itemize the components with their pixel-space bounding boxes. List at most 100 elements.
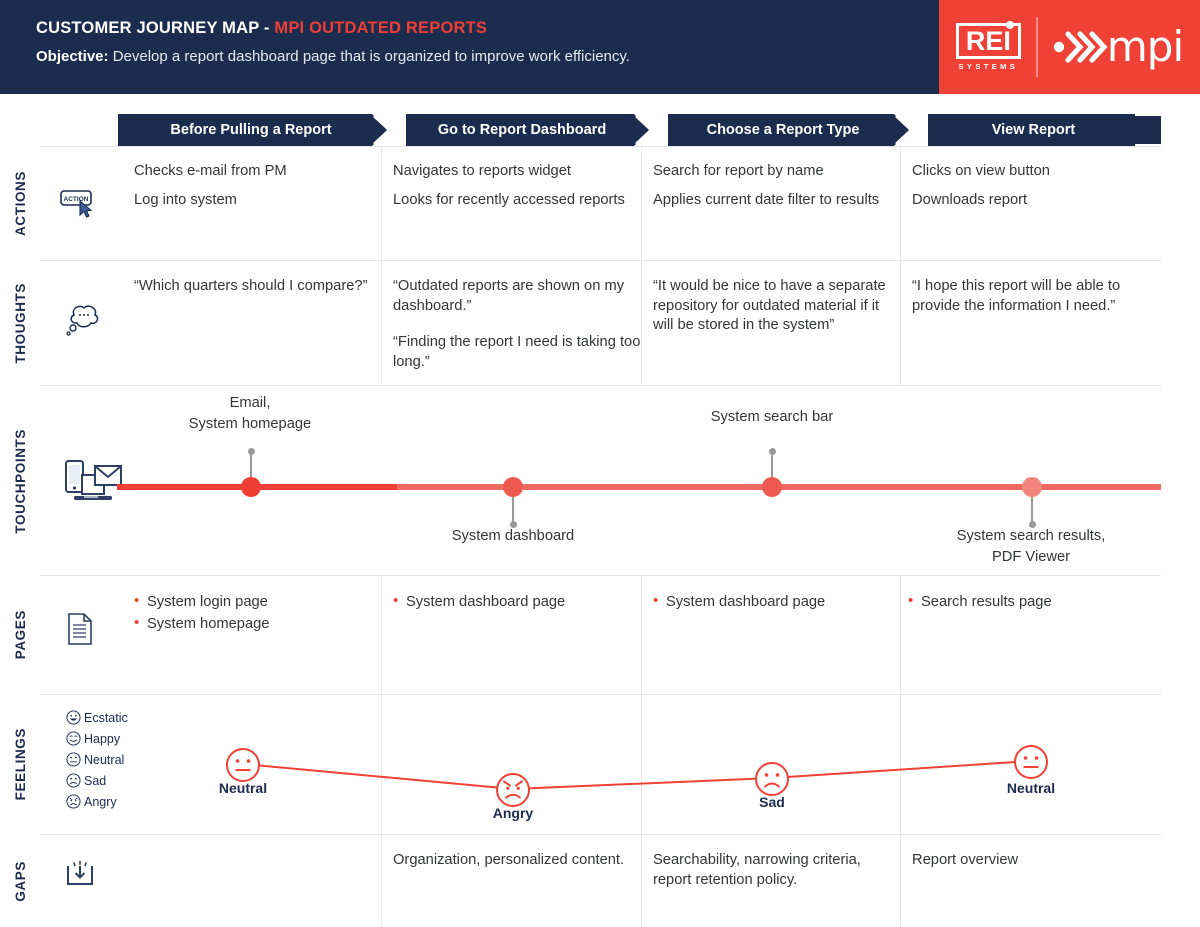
row-label-actions: ACTIONS — [0, 150, 40, 256]
row-divider — [40, 385, 1161, 386]
objective-text: Develop a report dashboard page that is … — [108, 48, 630, 65]
actions-cell-1: Checks e-mail from PM Log into system — [134, 162, 369, 210]
pages-item: System login page — [134, 590, 374, 613]
objective-line: Objective: Develop a report dashboard pa… — [36, 48, 630, 65]
gaps-cell-2: Organization, personalized content. — [393, 851, 633, 871]
feelings-face-2-angry-icon[interactable] — [495, 772, 531, 808]
touchpoint-dot-2[interactable] — [503, 477, 523, 497]
row-label-pages: PAGES — [0, 580, 40, 690]
touchpoint-dot-1[interactable] — [241, 477, 261, 497]
actions-item: Search for report by name — [653, 163, 824, 179]
logo-panel: REI SYSTEMS mpi — [939, 0, 1200, 94]
phase-before-pulling-a-report[interactable]: Before Pulling a Report — [118, 114, 398, 146]
actions-item: Navigates to reports widget — [393, 163, 571, 179]
rei-logo-box: REI — [955, 21, 1021, 59]
column-divider — [641, 146, 642, 385]
pages-item: Search results page — [908, 590, 1148, 613]
header-text-block: CUSTOMER JOURNEY MAP - MPI OUTDATED REPO… — [36, 19, 630, 65]
thoughts-cell-3: “It would be nice to have a separate rep… — [653, 277, 900, 336]
mpi-logo: mpi — [1053, 22, 1184, 71]
pages-item: System homepage — [134, 612, 374, 635]
page-header: CUSTOMER JOURNEY MAP - MPI OUTDATED REPO… — [0, 0, 1200, 94]
phone-laptop-email-icon — [62, 455, 124, 511]
thoughts-cell-2: “Outdated reports are shown on my dashbo… — [393, 277, 641, 372]
gaps-item: Organization, personalized content. — [393, 852, 625, 868]
page-title: CUSTOMER JOURNEY MAP - MPI OUTDATED REPO… — [36, 19, 630, 38]
phase-label: View Report — [991, 122, 1076, 138]
phase-choose-a-report-type[interactable]: Choose a Report Type — [660, 114, 920, 146]
touchpoint-label-2: System dashboard — [451, 528, 575, 544]
thought-bubble-icon — [62, 297, 104, 339]
touchpoint-knob-1 — [247, 448, 255, 455]
gap-tray-icon — [64, 858, 96, 890]
svg-text:ACTION: ACTION — [64, 196, 89, 203]
page-title-main: CUSTOMER JOURNEY MAP - — [36, 19, 275, 37]
touchpoint-dot-4[interactable] — [1022, 477, 1042, 497]
action-button-cursor-icon: ACTION — [60, 188, 100, 220]
row-label-thoughts: THOUGHTS — [0, 266, 40, 381]
row-label-text: GAPS — [12, 860, 28, 902]
feelings-label-4: Neutral — [1006, 780, 1056, 796]
touchpoint-dot-3[interactable] — [762, 477, 782, 497]
actions-cell-3: Search for report by name Applies curren… — [653, 162, 893, 210]
rei-logo-dot — [1005, 21, 1014, 29]
row-label-text: ACTIONS — [12, 170, 28, 236]
feelings-face-1-neutral-icon[interactable] — [225, 747, 261, 783]
objective-label: Objective: — [36, 48, 109, 65]
chevron-separator-3-icon — [894, 114, 928, 146]
feelings-face-3-sad-icon[interactable] — [754, 761, 790, 797]
actions-item: Log into system — [134, 191, 237, 208]
touchpoint-label-4: System search results, PDF Viewer — [956, 528, 1106, 566]
row-divider — [40, 575, 1161, 576]
pages-cell-4: Search results page — [908, 590, 1148, 613]
touchpoint-label-3: System search bar — [710, 409, 834, 425]
pages-cell-2: System dashboard page — [393, 590, 633, 613]
rei-logo-letters: REI — [965, 26, 1011, 56]
thoughts-cell-4: “I hope this report will be able to prov… — [912, 277, 1147, 316]
feelings-label-1: Neutral — [218, 780, 268, 796]
feelings-face-4-neutral-icon[interactable] — [1013, 744, 1049, 780]
thoughts-item: “Outdated reports are shown on my dashbo… — [393, 278, 625, 314]
mpi-chevron-icon — [1053, 31, 1108, 63]
pages-item: System dashboard page — [393, 590, 633, 613]
column-divider — [900, 575, 901, 694]
thoughts-cell-1: “Which quarters should I compare?” — [134, 277, 374, 297]
row-label-text: THOUGHTS — [12, 283, 28, 364]
pages-cell-1: System login page System homepage — [134, 590, 374, 635]
row-divider — [40, 146, 1161, 147]
touchpoint-knob-3 — [768, 448, 776, 455]
touchpoint-label-1: Email, System homepage — [188, 395, 312, 433]
rei-systems-logo: REI SYSTEMS — [955, 21, 1021, 71]
thoughts-item: “Finding the report I need is taking too… — [393, 334, 641, 370]
gaps-cell-4: Report overview — [912, 851, 1152, 871]
feelings-label-2: Angry — [492, 805, 534, 821]
column-divider — [641, 575, 642, 694]
logo-divider — [1035, 17, 1038, 77]
journey-map-page: CUSTOMER JOURNEY MAP - MPI OUTDATED REPO… — [0, 0, 1200, 927]
row-label-gaps: GAPS — [0, 840, 40, 922]
mpi-logo-text: mpi — [1106, 22, 1184, 71]
actions-item: Clicks on view button — [912, 163, 1050, 179]
chevron-end-cap-icon — [1135, 114, 1161, 146]
feelings-label-3: Sad — [759, 794, 785, 810]
rei-logo-subtitle: SYSTEMS — [958, 62, 1019, 71]
phase-label: Go to Report Dashboard — [437, 122, 607, 138]
row-divider — [40, 834, 1161, 835]
thoughts-item: “I hope this report will be able to prov… — [912, 278, 1121, 314]
phase-banner: Before Pulling a Report Go to Report Das… — [118, 114, 1161, 146]
phase-view-report[interactable]: View Report — [920, 114, 1161, 146]
actions-item: Looks for recently accessed reports — [393, 191, 625, 208]
gaps-item: Report overview — [912, 852, 1019, 868]
column-divider — [381, 575, 382, 694]
phase-go-to-report-dashboard[interactable]: Go to Report Dashboard — [398, 114, 660, 146]
actions-item: Downloads report — [912, 191, 1028, 208]
page-title-accent: MPI OUTDATED REPORTS — [274, 19, 488, 37]
row-label-text: PAGES — [12, 610, 28, 660]
phase-label: Before Pulling a Report — [170, 122, 332, 138]
chevron-separator-2-icon — [634, 114, 668, 146]
actions-item: Checks e-mail from PM — [134, 163, 287, 179]
pages-cell-3: System dashboard page — [653, 590, 893, 613]
actions-cell-2: Navigates to reports widget Looks for re… — [393, 162, 633, 210]
thoughts-item: “It would be nice to have a separate rep… — [653, 278, 886, 334]
actions-item: Applies current date filter to results — [653, 191, 880, 208]
